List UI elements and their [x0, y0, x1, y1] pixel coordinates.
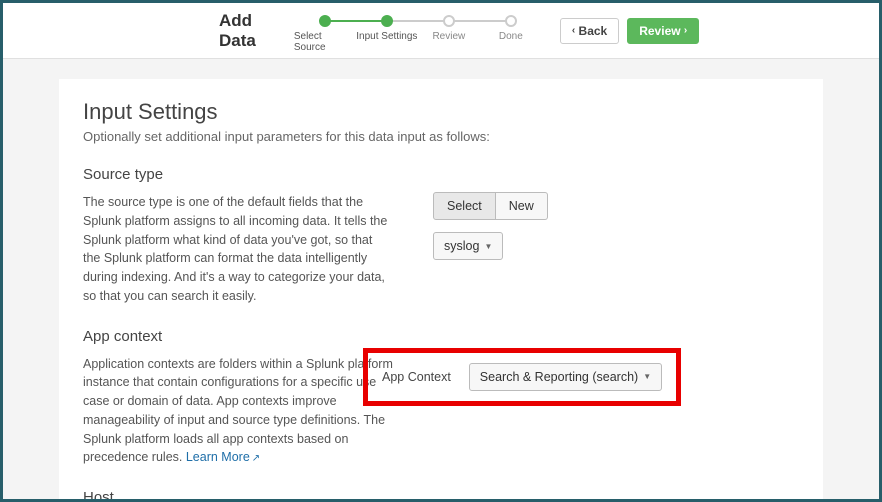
sourcetype-value: syslog — [444, 239, 479, 253]
review-label: Review — [639, 24, 680, 38]
learn-more-link[interactable]: Learn More↗ — [186, 450, 260, 464]
review-button[interactable]: Review › — [627, 18, 699, 44]
appcontext-desc: Application contexts are folders within … — [83, 355, 393, 468]
sourcetype-new-button[interactable]: New — [496, 192, 548, 220]
chevron-left-icon: ‹ — [572, 25, 575, 36]
caret-down-icon: ▼ — [484, 242, 492, 251]
step-select-source[interactable]: Select Source — [294, 15, 356, 53]
sourcetype-label: Source type — [83, 166, 393, 183]
sourcetype-section: Source type The source type is one of th… — [83, 166, 799, 306]
topbar: Add Data Select Source Input Settings Re… — [3, 3, 879, 59]
sourcetype-desc: The source type is one of the default fi… — [83, 193, 393, 306]
step-label: Review — [432, 31, 465, 42]
back-button[interactable]: ‹ Back — [560, 18, 619, 44]
host-label: Host — [83, 489, 393, 499]
appcontext-dropdown[interactable]: Search & Reporting (search) ▼ — [469, 363, 662, 391]
topbar-actions: ‹ Back Review › — [560, 18, 699, 44]
content-card: Input Settings Optionally set additional… — [59, 79, 823, 499]
external-link-icon: ↗ — [252, 453, 260, 464]
progress-steps: Select Source Input Settings Review Done — [294, 15, 542, 53]
appcontext-right-label: App Context — [382, 370, 451, 384]
section-subheading: Optionally set additional input paramete… — [83, 129, 799, 144]
caret-down-icon: ▼ — [643, 372, 651, 381]
step-label: Input Settings — [356, 31, 417, 42]
appcontext-section: App context Application contexts are fol… — [83, 328, 799, 468]
appcontext-label: App context — [83, 328, 393, 345]
sourcetype-dropdown[interactable]: syslog ▼ — [433, 232, 503, 260]
page-title: Add Data — [219, 11, 256, 51]
sourcetype-select-button[interactable]: Select — [433, 192, 496, 220]
host-section: Host When the Splunk platform indexes da… — [83, 489, 799, 499]
appcontext-value: Search & Reporting (search) — [480, 370, 638, 384]
step-label: Done — [499, 31, 523, 42]
sourcetype-toggle: Select New — [433, 192, 799, 220]
section-heading: Input Settings — [83, 99, 799, 125]
appcontext-highlight: App Context Search & Reporting (search) … — [363, 348, 681, 406]
step-label: Select Source — [294, 31, 356, 53]
back-label: Back — [579, 24, 608, 38]
chevron-right-icon: › — [684, 25, 687, 36]
